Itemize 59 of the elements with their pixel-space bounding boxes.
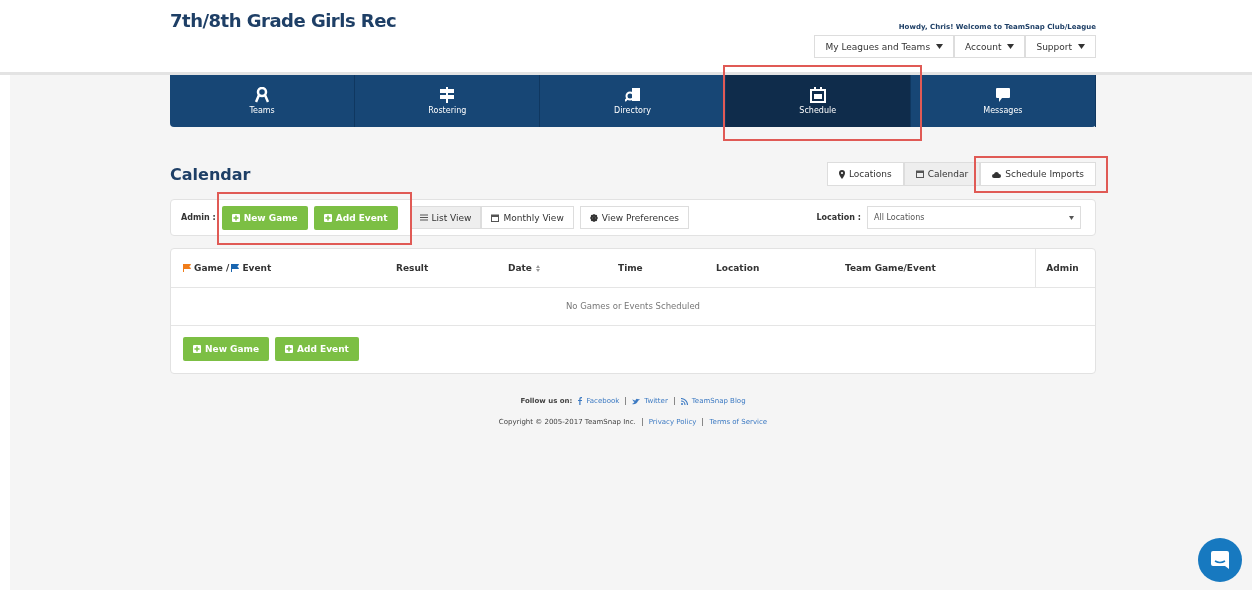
menu-dropdown[interactable]: Support	[1025, 35, 1096, 58]
gear-icon	[589, 213, 598, 222]
plus-icon	[285, 345, 294, 353]
caret-icon	[1078, 44, 1085, 49]
view-mode-button[interactable]: Monthly View	[481, 206, 574, 229]
cloud-icon	[992, 170, 1002, 178]
chat-launcher-button[interactable]	[1198, 538, 1242, 582]
plus-icon	[231, 213, 240, 222]
rss-icon	[680, 397, 688, 405]
sort-icon	[535, 264, 540, 272]
bird-icon	[632, 397, 641, 405]
column-header: Result	[395, 263, 430, 273]
location-select[interactable]: All Locations	[867, 206, 1081, 229]
view-tab[interactable]: Locations	[826, 162, 904, 186]
flag-icon	[231, 264, 240, 272]
menu-dropdown[interactable]: Account	[954, 35, 1026, 58]
menu-dropdown[interactable]: My Leagues and Teams	[814, 35, 955, 58]
location-label: Location :	[816, 213, 861, 222]
directory-icon	[624, 87, 641, 103]
nav-tab[interactable]: Messages	[910, 75, 1095, 127]
facebook-icon	[578, 397, 583, 405]
nav-tab[interactable]: Directory	[540, 75, 725, 127]
plus-icon	[323, 213, 332, 222]
plus-icon	[193, 345, 201, 353]
nav-tab[interactable]: Rostering	[355, 75, 540, 127]
column-header: Location	[715, 263, 761, 273]
nav-label: Directory	[614, 106, 651, 115]
ribbon-icon	[255, 87, 270, 103]
nav-label: Schedule	[799, 106, 837, 115]
page-heading: Calendar	[170, 164, 251, 184]
column-header: Game / Event	[171, 263, 386, 273]
chat-icon	[1210, 550, 1230, 570]
nav-tab[interactable]: Teams	[170, 75, 355, 127]
column-header: Admin	[1035, 249, 1089, 287]
calendar-icon	[491, 213, 500, 222]
team-title: 7th/8th Grade Girls Rec	[170, 10, 397, 33]
view-tab[interactable]: Schedule Imports	[980, 162, 1096, 186]
column-header: Date	[498, 263, 608, 273]
caret-icon	[1069, 215, 1074, 220]
column-header: Team Game/Event	[844, 263, 937, 273]
caret-icon	[936, 44, 944, 49]
signpost-icon	[439, 87, 456, 103]
empty-message: No Games or Events Scheduled	[171, 288, 1095, 326]
view-mode-button[interactable]: List View	[409, 206, 482, 229]
view-tab[interactable]: Calendar	[903, 162, 981, 186]
admin-label: Admin :	[181, 213, 216, 222]
chat-icon	[994, 87, 1011, 103]
flag-icon	[183, 264, 191, 272]
column-header: Time	[617, 263, 644, 273]
nav-label: Teams	[249, 106, 275, 115]
caret-icon	[1007, 44, 1015, 49]
nav-tab[interactable]: Schedule	[725, 75, 910, 127]
calendar-icon	[915, 170, 924, 178]
calendar-icon	[809, 87, 826, 103]
nav-label: Rostering	[428, 106, 467, 115]
nav-label: Messages	[983, 106, 1023, 115]
preferences-button[interactable]: View Preferences	[579, 206, 689, 229]
list-icon	[419, 214, 428, 221]
pin-icon	[838, 169, 845, 179]
